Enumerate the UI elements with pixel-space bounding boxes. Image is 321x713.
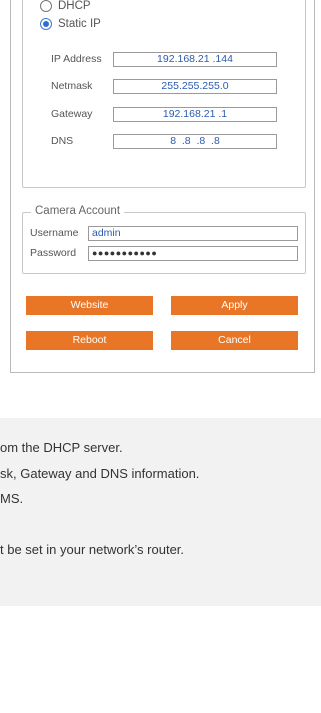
netmask-label: Netmask — [51, 80, 93, 92]
ip-address-input[interactable]: 192.168.21 .144 — [113, 51, 277, 67]
help-text-box: om the DHCP server. sk, Gateway and DNS … — [0, 418, 321, 606]
password-label: Password — [30, 247, 77, 259]
static-ip-radio[interactable] — [40, 18, 52, 30]
reboot-button[interactable]: Reboot — [26, 331, 153, 350]
dns-row: DNS 8 .8 .8 .8 — [51, 133, 277, 149]
ip-settings-group: DHCP Static IP IP Address 192.168.21 .14… — [22, 0, 306, 188]
password-row: Password ●●●●●●●●●●● — [30, 245, 298, 261]
password-input[interactable]: ●●●●●●●●●●● — [88, 245, 298, 261]
ip-address-label: IP Address — [51, 53, 102, 65]
cancel-button[interactable]: Cancel — [171, 331, 298, 350]
netmask-input[interactable]: 255.255.255.0 — [113, 78, 277, 94]
gateway-input[interactable]: 192.168.21 .1 — [113, 106, 277, 122]
apply-button[interactable]: Apply — [171, 296, 298, 315]
username-input[interactable]: admin — [88, 225, 298, 241]
help-line: om the DHCP server. — [0, 440, 123, 455]
help-line: t be set in your network’s router. — [0, 542, 185, 557]
username-label: Username — [30, 227, 79, 239]
camera-account-legend: Camera Account — [31, 205, 125, 217]
website-button[interactable]: Website — [26, 296, 153, 315]
dhcp-option[interactable]: DHCP — [40, 0, 91, 12]
dns-input[interactable]: 8 .8 .8 .8 — [113, 133, 277, 149]
dhcp-label: DHCP — [58, 0, 91, 12]
dhcp-radio[interactable] — [40, 0, 52, 12]
camera-account-group: Camera Account Username admin Password ●… — [22, 205, 306, 274]
username-row: Username admin — [30, 225, 298, 241]
network-settings-panel: DHCP Static IP IP Address 192.168.21 .14… — [10, 0, 315, 373]
dns-label: DNS — [51, 135, 74, 147]
help-line: MS. — [0, 491, 24, 506]
ip-address-row: IP Address 192.168.21 .144 — [51, 51, 277, 67]
gateway-label: Gateway — [51, 108, 93, 120]
help-line: sk, Gateway and DNS information. — [0, 466, 200, 481]
gateway-row: Gateway 192.168.21 .1 — [51, 106, 277, 122]
static-ip-option[interactable]: Static IP — [40, 18, 101, 30]
static-ip-label: Static IP — [58, 18, 101, 30]
netmask-row: Netmask 255.255.255.0 — [51, 78, 277, 94]
